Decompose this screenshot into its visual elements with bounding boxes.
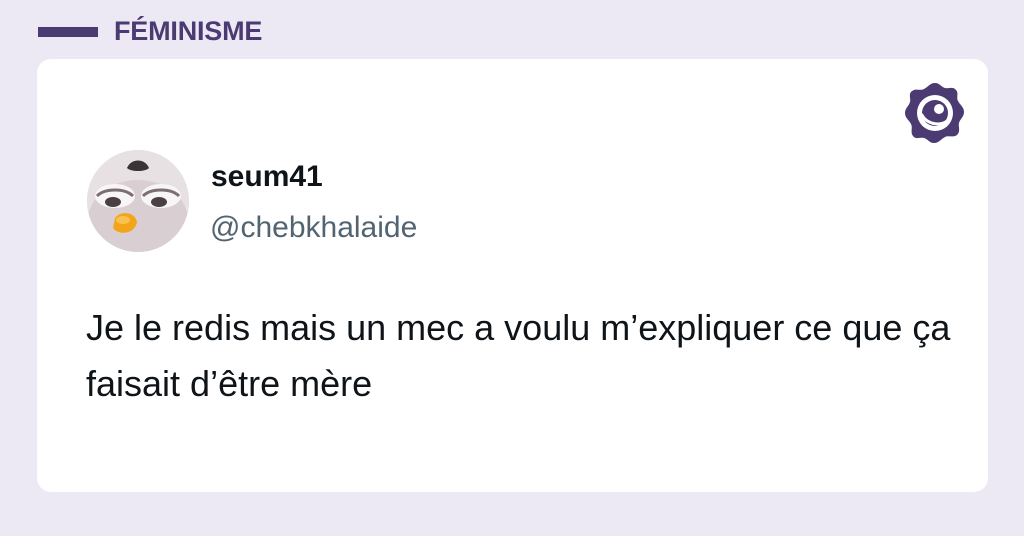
category-label[interactable]: FÉMINISME — [114, 14, 262, 48]
tweet-card: seum41 @chebkhalaide Je le redis mais un… — [37, 59, 988, 492]
avatar[interactable] — [87, 150, 189, 252]
brand-logo-icon[interactable] — [903, 81, 967, 145]
furby-avatar-icon — [87, 150, 189, 252]
display-name[interactable]: seum41 — [211, 159, 323, 195]
tweet-text: Je le redis mais un mec a voulu m’expliq… — [86, 307, 951, 404]
user-handle[interactable]: @chebkhalaide — [210, 210, 417, 246]
category-marker-bar — [38, 27, 98, 37]
